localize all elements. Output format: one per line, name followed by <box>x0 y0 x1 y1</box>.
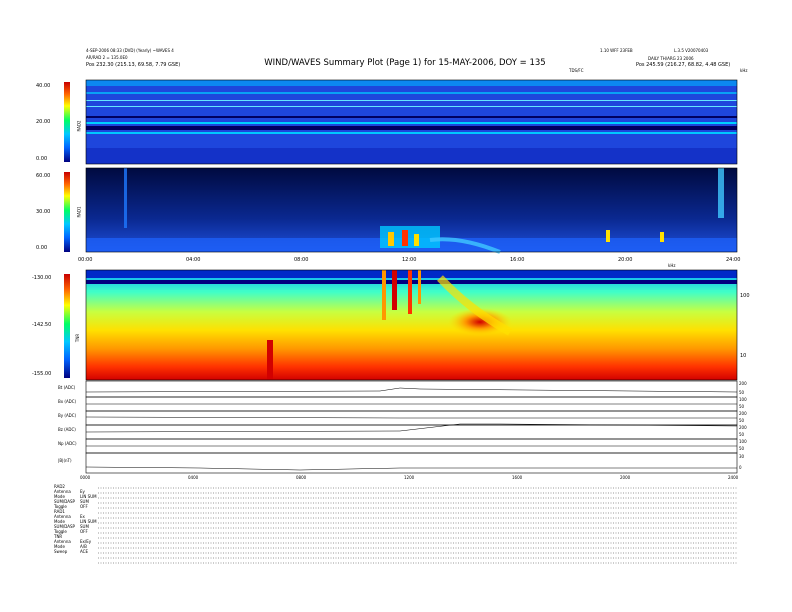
info-rad1-row-3-val: OFF <box>80 529 88 534</box>
bottom-time-tick-1200: 1200 <box>404 475 415 480</box>
bottom-time-tick-0800: 0800 <box>296 475 307 480</box>
tnr-tick-mid: -142.50 <box>32 322 52 328</box>
time-tick-1600: 16:00 <box>510 257 525 263</box>
bottom-time-tick-1600: 1600 <box>512 475 523 480</box>
line-panels <box>85 380 738 474</box>
tnr-spectrogram <box>86 270 737 380</box>
line-right-top-5: 30 <box>739 454 745 459</box>
time-tick-2400: 24:00 <box>726 257 741 263</box>
line-right-bot-2: 50 <box>739 418 745 423</box>
rad1-tick-top: 60.00 <box>36 173 51 179</box>
line-label-b: |B|(nT) <box>58 458 72 463</box>
line-label-np: Np (ADC) <box>58 441 77 446</box>
rad2-tick-mid: 20.00 <box>36 119 51 125</box>
info-rad2-row-3-val: OFF <box>80 504 88 509</box>
rad2-tick-bot: 0.00 <box>36 156 48 162</box>
tnr-colorbar <box>64 274 70 378</box>
tnr-tick-bot: -155.00 <box>32 371 52 377</box>
line-right-bot-5: 0 <box>739 465 742 470</box>
info-tnr-row-2-key: Sweep <box>54 549 68 554</box>
tnr-right-tick-100: 100 <box>740 293 750 299</box>
bottom-time-tick-0400: 0400 <box>188 475 199 480</box>
line-label-by: By (ADC) <box>58 413 77 418</box>
line-right-top-1: 100 <box>739 397 747 402</box>
line-right-bot-4: 50 <box>739 446 745 451</box>
tnr-tick-top: -130.00 <box>32 275 52 281</box>
tnr-label: TNR <box>75 333 81 343</box>
rad1-colorbar <box>64 172 70 252</box>
line-traces <box>85 387 738 471</box>
line-label-bz: Bz (ADC) <box>58 427 76 432</box>
rad2-tick-top: 40.00 <box>36 83 51 89</box>
line-right-bot-1: 50 <box>739 404 745 409</box>
spectrogram-figure <box>64 79 738 564</box>
time-tick-2000: 20:00 <box>618 257 633 263</box>
rad2-label: RAD2 <box>76 120 82 132</box>
rad1-tick-mid: 30.00 <box>36 209 51 215</box>
info-dotted-lines <box>98 487 737 564</box>
bottom-time-tick-0000: 0000 <box>80 475 91 480</box>
rad2-spectrogram <box>86 80 737 164</box>
line-right-top-2: 200 <box>739 411 747 416</box>
info-tnr-row-2-val: ACE <box>80 549 88 554</box>
tnr-right-unit: kHz <box>668 263 676 268</box>
line-label-bx: Bx (ADC) <box>58 399 77 404</box>
time-tick-0800: 08:00 <box>294 257 309 263</box>
time-tick-0000: 00:00 <box>78 257 93 263</box>
rad1-tick-bot: 0.00 <box>36 245 48 251</box>
rad1-spectrogram <box>86 168 737 254</box>
rad2-colorbar <box>64 82 70 162</box>
bottom-time-tick-2000: 2000 <box>620 475 631 480</box>
time-tick-1200: 12:00 <box>402 257 417 263</box>
line-right-top-3: 200 <box>739 425 747 430</box>
line-right-top-4: 100 <box>739 439 747 444</box>
rad1-label: RAD1 <box>76 206 82 218</box>
bottom-time-tick-2400: 2400 <box>728 475 739 480</box>
time-tick-0400: 04:00 <box>186 257 201 263</box>
line-right-bot-0: 50 <box>739 390 745 395</box>
line-right-top-0: 200 <box>739 381 747 386</box>
line-label-bt: Bt (ADC) <box>58 385 76 390</box>
tnr-right-tick-10: 10 <box>740 353 747 359</box>
line-right-bot-3: 50 <box>739 432 745 437</box>
